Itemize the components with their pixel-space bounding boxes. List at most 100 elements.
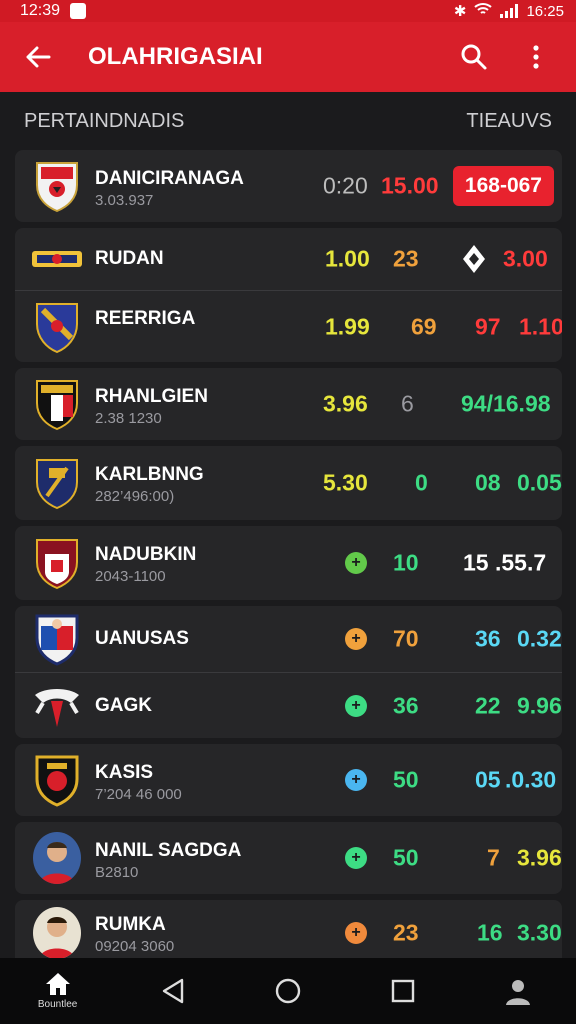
- team-subtitle: 3.03.937: [95, 192, 154, 209]
- odds-value: 36: [393, 692, 419, 718]
- list-card: DANICIRANAGA 3.03.937 0:20 15.00 168-067: [15, 150, 562, 222]
- back-button[interactable]: [20, 39, 56, 75]
- team-subtitle: 2.38 1230: [95, 410, 162, 427]
- score-badge[interactable]: 168-067: [452, 166, 554, 206]
- more-options-button[interactable]: [516, 37, 556, 77]
- list-card: RHANLGIEN 2.38 1230 3.96 6 94/16.98: [15, 368, 562, 440]
- odds-value: 08: [475, 469, 501, 496]
- team-name: RUDAN: [95, 248, 164, 269]
- team-subtitle: 2043-1100: [95, 568, 166, 585]
- status-dot-icon: +: [345, 694, 367, 717]
- nav-profile[interactable]: [478, 961, 558, 1021]
- home-icon: [45, 973, 70, 995]
- circle-home-icon: [275, 978, 301, 1004]
- team-name: DANICIRANAGA: [95, 168, 244, 189]
- odds-value: .55.7: [495, 549, 547, 576]
- team-subtitle: 09204 3060: [95, 938, 175, 955]
- odds-value: 9.96: [517, 692, 562, 718]
- wifi-icon: [474, 2, 493, 20]
- team-ribbon-icon: [35, 688, 79, 727]
- list-item[interactable]: NADUBKIN 2043-1100 + 10 15 .55.7: [15, 526, 562, 600]
- search-icon: [461, 44, 487, 70]
- odds-value: 94/16.98: [461, 390, 551, 417]
- user-icon: [506, 980, 531, 1005]
- odds-value: 50: [393, 844, 419, 871]
- odds-value: 7: [487, 844, 500, 871]
- team-list: DANICIRANAGA 3.03.937 0:20 15.00 168-067…: [15, 150, 562, 972]
- team-crest-icon: [35, 614, 79, 666]
- arrow-left-icon: [26, 46, 51, 68]
- team-name: KASIS: [95, 762, 154, 783]
- status-bar: 12:39 ✱ 16:25: [0, 0, 576, 22]
- team-subtitle: B2810: [95, 864, 139, 881]
- list-item[interactable]: REERRIGA 1.99 69 97 1.10: [15, 290, 562, 362]
- search-button[interactable]: [454, 37, 494, 77]
- list-item[interactable]: UANUSAS + 70 36 0.32: [15, 606, 562, 672]
- list-item[interactable]: NANIL SAGDGA B2810 + 50 7 3.96: [15, 822, 562, 894]
- team-crest-icon: [36, 302, 78, 353]
- odds-value: .0.30: [505, 766, 557, 793]
- list-card: UANUSAS + 70 36 0.32 GAGK + 36 22 9.96: [15, 606, 562, 738]
- odds-value: 1.99: [325, 313, 370, 339]
- odds-value: 70: [393, 625, 419, 652]
- section-title-left: PERTAINDNADIS: [24, 109, 185, 132]
- player-avatar-icon: [33, 832, 81, 884]
- odds-value: 0: [415, 469, 428, 496]
- odds-value: 0:20: [323, 172, 368, 199]
- bottom-nav: Bountlee: [0, 958, 576, 1024]
- list-card: RUDAN 1.00 23 3.00 REERRIGA 1.99 69 97 1…: [15, 228, 562, 362]
- page-title: OLAHRIGASIAI: [88, 43, 263, 70]
- list-item[interactable]: KARLBNNG 282’496:00) 5.30 0 08 0.05: [15, 446, 562, 520]
- nav-home[interactable]: Bountlee: [18, 961, 98, 1021]
- status-dot-icon: +: [345, 552, 367, 574]
- team-name: REERRIGA: [95, 308, 196, 330]
- team-subtitle: 7’204 46 000: [95, 786, 182, 803]
- team-name: GAGK: [95, 694, 152, 716]
- list-item[interactable]: KASIS 7’204 46 000 + 50 05 .0.30: [15, 744, 562, 816]
- team-name: RUMKA: [95, 914, 166, 935]
- bluetooth-icon: ✱: [453, 3, 467, 20]
- team-name: UANUSAS: [95, 628, 189, 649]
- signal-icon: [500, 4, 519, 18]
- odds-value: 15: [463, 549, 489, 576]
- odds-value: 3.96: [517, 844, 562, 871]
- team-subtitle: 282’496:00): [95, 488, 175, 505]
- list-card: RUMKA 09204 3060 + 23 16 3.30: [15, 900, 562, 966]
- section-header: PERTAINDNADIS TIEAUVS: [0, 92, 576, 150]
- more-vertical-icon: [533, 45, 539, 69]
- odds-value: 6: [401, 390, 414, 417]
- triangle-back-icon: [162, 978, 183, 1004]
- team-crest-icon: [36, 380, 78, 431]
- odds-value: 16: [477, 919, 503, 946]
- list-item[interactable]: GAGK + 36 22 9.96: [15, 672, 562, 738]
- list-item[interactable]: RUMKA 09204 3060 + 23 16 3.30: [15, 900, 562, 966]
- nav-home-label: Bountlee: [37, 999, 78, 1010]
- odds-value: 23: [393, 245, 419, 272]
- team-name: NANIL SAGDGA: [95, 840, 242, 861]
- app-bar: OLAHRIGASIAI: [0, 22, 576, 92]
- odds-value: 5.30: [323, 469, 368, 496]
- status-dot-icon: +: [345, 922, 367, 944]
- team-name: RHANLGIEN: [95, 386, 208, 407]
- odds-value: 05: [475, 766, 501, 793]
- list-item[interactable]: RUDAN 1.00 23 3.00: [15, 228, 562, 290]
- nav-home-circle[interactable]: [248, 961, 328, 1021]
- list-card: KASIS 7’204 46 000 + 50 05 .0.30: [15, 744, 562, 816]
- team-name: NADUBKIN: [95, 544, 197, 565]
- list-item[interactable]: RHANLGIEN 2.38 1230 3.96 6 94/16.98: [15, 368, 562, 440]
- odds-value: 22: [475, 692, 501, 718]
- odds-value: 3.96: [323, 390, 368, 417]
- square-recents-icon: [391, 979, 415, 1003]
- list-item[interactable]: DANICIRANAGA 3.03.937 0:20 15.00 168-067: [15, 150, 562, 222]
- odds-value: 3.00: [503, 245, 548, 272]
- nav-back[interactable]: [133, 961, 213, 1021]
- odds-value: 0.32: [517, 625, 562, 652]
- team-banner-icon: [32, 251, 82, 267]
- list-card: KARLBNNG 282’496:00) 5.30 0 08 0.05: [15, 446, 562, 520]
- odds-value: 36: [475, 625, 501, 652]
- team-name: KARLBNNG: [95, 464, 204, 485]
- team-crest-icon: [35, 755, 79, 807]
- odds-value: 10: [393, 549, 419, 576]
- nav-recents[interactable]: [363, 961, 443, 1021]
- odds-value: 15.00: [381, 172, 439, 199]
